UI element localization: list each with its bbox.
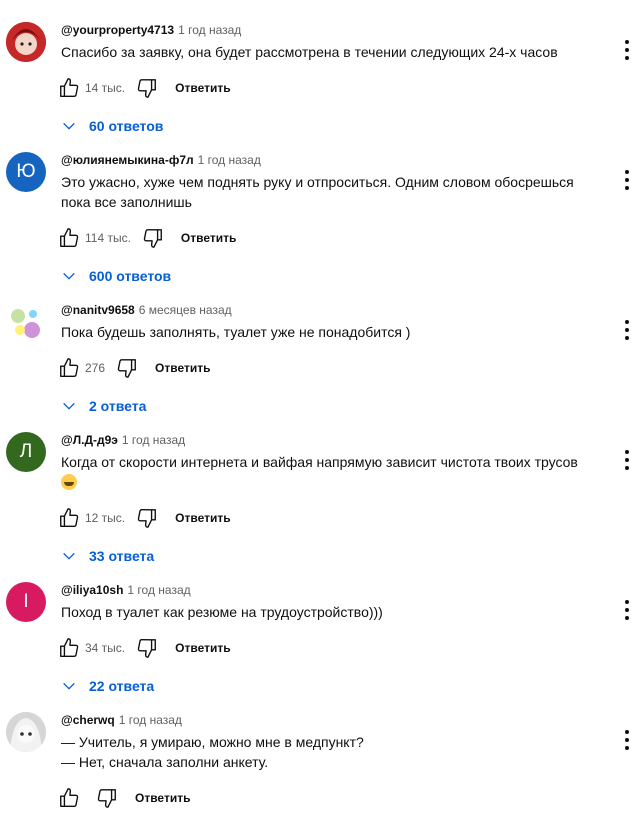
comment-header: @nanitv9658 6 месяцев назад [61,302,601,318]
comment-text: Спасибо за заявку, она будет рассмотрена… [61,44,558,60]
comment-author[interactable]: @юлиянемыкина-ф7л [61,153,194,167]
avatar[interactable]: Ю [6,152,46,192]
comment-text: Пока будешь заполнять, туалет уже не пон… [61,324,411,340]
dislike-button[interactable] [115,356,139,380]
chevron-down-icon [61,398,77,414]
more-actions-icon[interactable] [624,450,630,470]
avatar[interactable] [6,712,46,752]
comment-time[interactable]: 1 год назад [119,713,182,727]
comment-actions: 14 тыс. Ответить [57,72,601,104]
view-replies-button[interactable]: 22 ответа [61,672,601,700]
like-count: 14 тыс. [85,81,126,95]
comment-time[interactable]: 1 год назад [127,583,190,597]
comment-author[interactable]: @yourproperty4713 [61,23,174,37]
reply-button[interactable]: Ответить [135,791,190,805]
thumbs-down-icon [137,509,157,528]
comment-actions: Ответить [57,782,601,814]
thumbs-up-icon [60,358,79,377]
avatar[interactable]: I [6,582,46,622]
avatar[interactable]: Л [6,432,46,472]
chevron-down-icon [61,678,77,694]
chevron-down-icon [61,118,77,134]
comment-header: @yourproperty4713 1 год назад [61,22,601,38]
view-replies-button[interactable]: 60 ответов [61,112,601,140]
view-replies-button[interactable]: 600 ответов [61,262,601,290]
comment-author[interactable]: @iliya10sh [61,583,123,597]
thumbs-up-icon [60,78,79,97]
like-button[interactable] [57,506,81,530]
like-button[interactable] [57,356,81,380]
comment-time[interactable]: 1 год назад [198,153,261,167]
comment-author[interactable]: @cherwq [61,713,115,727]
thumbs-up-icon [60,638,79,657]
avatar-image-icon [6,22,46,62]
comment-actions: 114 тыс. Ответить [57,222,601,254]
chevron-down-icon [61,268,77,284]
more-actions-icon[interactable] [624,600,630,620]
comment-author[interactable]: @Л.Д-д9э [61,433,118,447]
like-button[interactable] [57,76,81,100]
dislike-button[interactable] [135,76,159,100]
like-count: 34 тыс. [85,641,126,655]
comment-header: @cherwq 1 год назад [61,712,601,728]
reply-button[interactable]: Ответить [155,361,210,375]
replies-count: 22 ответа [89,678,155,694]
grinning-sweat-emoji-icon [61,474,77,490]
thumbs-up-icon [60,228,79,247]
avatar-letter: Ю [16,161,36,182]
thumbs-up-icon [60,508,79,527]
comment-text: — Учитель, я умираю, можно мне в медпунк… [61,734,364,770]
like-count: 12 тыс. [85,511,126,525]
comment-header: @Л.Д-д9э 1 год назад [61,432,601,448]
comment-header: @юлиянемыкина-ф7л 1 год назад [61,152,601,168]
comment-actions: 276 Ответить [57,352,601,384]
view-replies-button[interactable]: 2 ответа [61,392,601,420]
dislike-button[interactable] [135,506,159,530]
like-button[interactable] [57,636,81,660]
replies-count: 600 ответов [89,268,172,284]
reply-button[interactable]: Ответить [175,81,230,95]
thumbs-down-icon [117,359,136,378]
replies-count: 33 ответа [89,548,155,564]
dislike-button[interactable] [135,636,159,660]
reply-button[interactable]: Ответить [175,641,230,655]
comment-actions: 12 тыс. Ответить [57,502,601,534]
more-actions-icon[interactable] [624,40,630,60]
like-button[interactable] [57,226,81,250]
dislike-button[interactable] [141,226,165,250]
reply-button[interactable]: Ответить [181,231,236,245]
more-actions-icon[interactable] [624,170,630,190]
comment-text-content: Когда от скорости интернета и вайфая нап… [61,454,578,470]
replies-count: 60 ответов [89,118,164,134]
view-replies-button[interactable]: 33 ответа [61,542,601,570]
thumbs-down-icon [143,229,162,248]
avatar[interactable] [6,302,46,342]
avatar[interactable] [6,22,46,62]
comment-text: Поход в туалет как резюме на трудоустрой… [61,604,383,620]
avatar-letter: I [23,591,29,612]
thumbs-up-icon [60,788,79,807]
comment-text: Когда от скорости интернета и вайфая нап… [61,452,601,492]
replies-count: 2 ответа [89,398,147,414]
avatar-letter: Л [19,441,33,462]
thumbs-down-icon [137,639,157,658]
like-count: 276 [85,361,106,375]
more-actions-icon[interactable] [624,730,630,750]
avatar-image-icon [11,309,40,338]
like-count: 114 тыс. [85,231,131,245]
thumbs-down-icon [97,789,116,808]
avatar-image-icon [6,712,46,752]
comment-header: @iliya10sh 1 год назад [61,582,601,598]
thumbs-down-icon [137,79,157,98]
more-actions-icon[interactable] [624,320,630,340]
comment-author[interactable]: @nanitv9658 [61,303,135,317]
comment-time[interactable]: 1 год назад [178,23,241,37]
reply-button[interactable]: Ответить [175,511,230,525]
comment-time[interactable]: 6 месяцев назад [139,303,232,317]
chevron-down-icon [61,548,77,564]
comment-text: Это ужасно, хуже чем поднять руку и отпр… [61,174,574,210]
comment-actions: 34 тыс. Ответить [57,632,601,664]
comment-time[interactable]: 1 год назад [122,433,185,447]
